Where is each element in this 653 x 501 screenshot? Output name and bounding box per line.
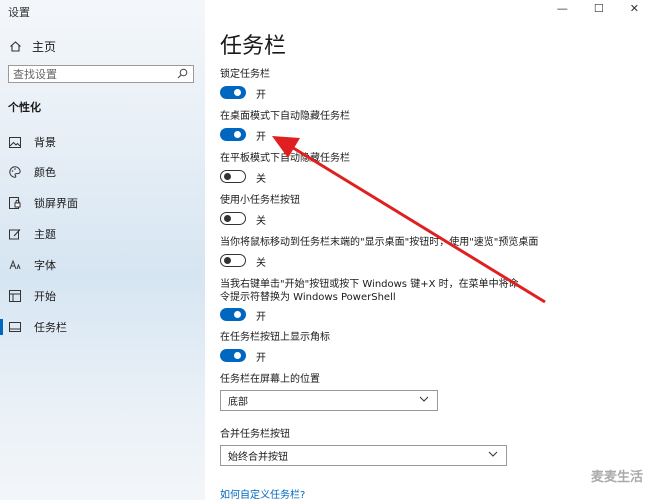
toggle-autohide-tablet[interactable] <box>220 170 246 183</box>
toggle-knob <box>234 311 241 318</box>
setting-label-lock-taskbar: 锁定任务栏 <box>220 69 270 80</box>
sidebar-item-fonts[interactable]: 字体 <box>0 254 205 276</box>
minimize-button[interactable]: — <box>557 2 568 15</box>
position-label: 任务栏在屏幕上的位置 <box>220 374 320 385</box>
palette-icon <box>8 166 22 178</box>
search-input[interactable]: 查找设置 <box>8 65 194 83</box>
toggle-state: 关 <box>256 258 266 269</box>
sidebar-item-label: 字体 <box>34 259 56 272</box>
setting-label-small-buttons: 使用小任务栏按钮 <box>220 195 300 206</box>
sidebar-item-colors[interactable]: 颜色 <box>0 161 205 183</box>
toggle-state: 开 <box>256 353 266 364</box>
setting-label-autohide-desktop: 在桌面模式下自动隐藏任务栏 <box>220 111 350 122</box>
taskbar-position-dropdown[interactable]: 底部 <box>220 390 438 411</box>
toggle-knob <box>234 131 241 138</box>
toggle-knob <box>224 214 231 222</box>
page-title: 任务栏 <box>220 34 287 59</box>
sidebar-item-label: 任务栏 <box>34 321 67 334</box>
toggle-knob <box>234 352 241 359</box>
picture-icon <box>8 136 22 148</box>
toggle-state: 关 <box>256 174 266 185</box>
search-icon <box>177 68 188 82</box>
close-button[interactable]: ✕ <box>630 2 639 15</box>
toggle-powershell[interactable] <box>220 308 246 321</box>
toggle-lock-taskbar[interactable] <box>220 86 246 99</box>
maximize-button[interactable]: ☐ <box>594 2 604 15</box>
toggle-autohide-desktop[interactable] <box>220 128 246 141</box>
sidebar-item-lockscreen[interactable]: 锁屏界面 <box>0 192 205 214</box>
customize-taskbar-link[interactable]: 如何自定义任务栏? <box>220 486 305 501</box>
dropdown-value: 底部 <box>228 397 248 408</box>
home-icon <box>8 40 22 54</box>
sidebar-item-label: 主题 <box>34 228 56 241</box>
setting-label-autohide-tablet: 在平板模式下自动隐藏任务栏 <box>220 153 350 164</box>
toggle-state: 开 <box>256 132 266 143</box>
toggle-knob <box>224 172 231 180</box>
setting-label-peek: 当你将鼠标移动到任务栏末端的"显示桌面"按钮时，使用"速览"预览桌面 <box>220 237 539 248</box>
sidebar-home[interactable]: 主页 <box>8 38 56 55</box>
toggle-state: 开 <box>256 312 266 323</box>
toggle-knob <box>234 89 241 96</box>
sidebar-item-start[interactable]: 开始 <box>0 285 205 307</box>
sidebar-item-themes[interactable]: 主题 <box>0 223 205 245</box>
toggle-small-buttons[interactable] <box>220 212 246 225</box>
sidebar-item-label: 背景 <box>34 136 56 149</box>
setting-label-powershell: 当我右键单击"开始"按钮或按下 Windows 键+X 时，在菜单中将命令提示符… <box>220 279 519 303</box>
sidebar-item-label: 开始 <box>34 290 56 303</box>
chevron-down-icon <box>488 449 498 462</box>
toggle-badges[interactable] <box>220 349 246 362</box>
section-heading: 个性化 <box>8 101 41 114</box>
sidebar-item-background[interactable]: 背景 <box>0 131 205 153</box>
watermark: 麦麦生活 <box>590 470 643 485</box>
toggle-state: 关 <box>256 216 266 227</box>
window-controls: — ☐ ✕ <box>557 2 639 15</box>
sidebar-item-label: 锁屏界面 <box>34 197 78 210</box>
combine-label: 合并任务栏按钮 <box>220 429 290 440</box>
app-title: 设置 <box>8 6 30 19</box>
chevron-down-icon <box>419 394 429 407</box>
toggle-knob <box>224 256 231 264</box>
sidebar: 设置 主页 查找设置 个性化 背景 颜色 锁屏界面 主题 字体 开始 任务栏 <box>0 0 205 500</box>
lockscreen-icon <box>8 197 22 209</box>
dropdown-value: 始终合并按钮 <box>228 452 288 463</box>
combine-buttons-dropdown[interactable]: 始终合并按钮 <box>220 445 507 466</box>
toggle-state: 开 <box>256 90 266 101</box>
search-placeholder: 查找设置 <box>13 68 57 81</box>
start-icon <box>8 290 22 302</box>
font-icon <box>8 259 22 271</box>
taskbar-icon <box>8 322 22 332</box>
theme-brush-icon <box>8 228 22 240</box>
sidebar-item-label: 颜色 <box>34 166 56 179</box>
toggle-peek[interactable] <box>220 254 246 267</box>
sidebar-home-label: 主页 <box>32 40 57 54</box>
sidebar-item-taskbar[interactable]: 任务栏 <box>0 316 205 338</box>
setting-label-badges: 在任务栏按钮上显示角标 <box>220 332 330 343</box>
